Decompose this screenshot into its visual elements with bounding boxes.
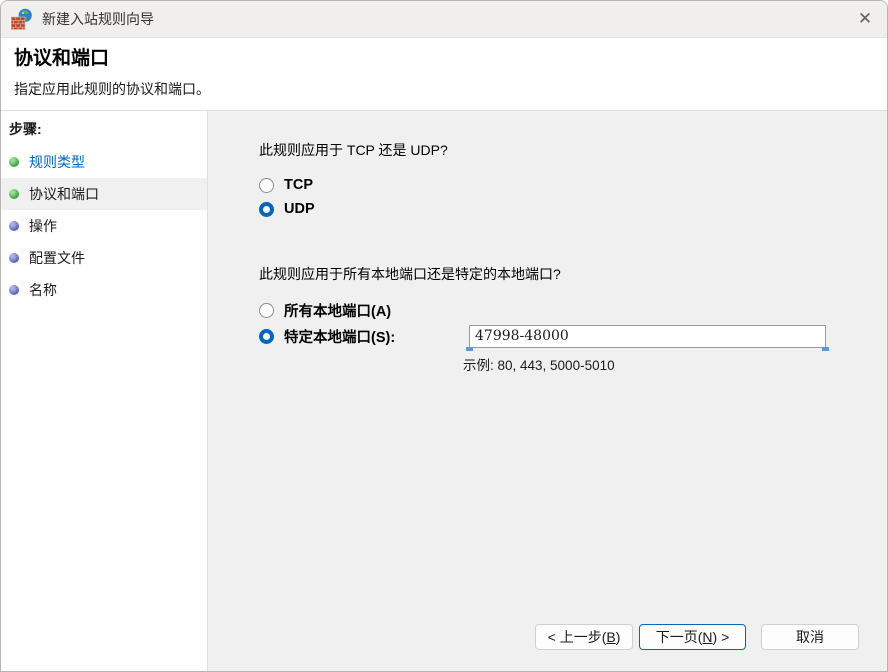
radio-option-label: UDP: [284, 201, 315, 217]
input-focus-marker: [466, 346, 473, 351]
radio-option-label: 特定本地端口(S):: [284, 329, 396, 346]
sidebar-item-label: 操作: [29, 218, 57, 234]
next-button[interactable]: 下一页(N) >: [639, 624, 746, 650]
cancel-button[interactable]: 取消: [761, 624, 859, 650]
steps-sidebar: 步骤: 规则类型 协议和端口 操作 配置文件 名称: [1, 111, 208, 671]
port-input-wrapper: [466, 324, 829, 351]
footer-button-row: < 上一步(B) 下一页(N) > 取消: [535, 624, 859, 650]
protocol-question: 此规则应用于 TCP 还是 UDP?: [259, 142, 448, 158]
sidebar-item-label: 配置文件: [29, 250, 85, 266]
step-upcoming-bullet-icon: [9, 221, 19, 231]
cancel-button-label: 取消: [796, 629, 824, 645]
page-title: 协议和端口: [14, 48, 110, 69]
sidebar-item-label: 规则类型: [29, 154, 85, 170]
page-header: 协议和端口 指定应用此规则的协议和端口。: [1, 38, 887, 111]
radio-selected-icon: [259, 201, 274, 217]
firewall-icon: [11, 8, 32, 30]
close-icon: ✕: [857, 9, 873, 28]
ports-question: 此规则应用于所有本地端口还是特定的本地端口?: [259, 266, 561, 282]
radio-option-specific-local-ports[interactable]: 特定本地端口(S):: [259, 323, 887, 351]
sidebar-item-label: 协议和端口: [29, 186, 99, 202]
sidebar-item-profile: 配置文件: [1, 242, 207, 274]
back-button[interactable]: < 上一步(B): [535, 624, 633, 650]
step-done-bullet-icon: [9, 157, 19, 167]
sidebar-item-action: 操作: [1, 210, 207, 242]
page-subtitle: 指定应用此规则的协议和端口。: [14, 81, 210, 97]
next-button-label-end: ) >: [712, 629, 730, 645]
step-upcoming-bullet-icon: [9, 285, 19, 295]
step-done-bullet-icon: [9, 189, 19, 199]
back-button-label-end: ): [615, 629, 621, 645]
wizard-window: 新建入站规则向导 ✕ 协议和端口 指定应用此规则的协议和端口。 步骤: 规则类型…: [0, 0, 888, 672]
close-button[interactable]: ✕: [843, 1, 887, 37]
back-button-mnemonic: B: [606, 629, 616, 645]
sidebar-item-rule-type[interactable]: 规则类型: [1, 146, 207, 178]
next-button-label: 下一页(: [655, 629, 703, 645]
radio-option-all-local-ports[interactable]: 所有本地端口(A): [259, 297, 887, 323]
specific-ports-input[interactable]: [469, 324, 826, 348]
window-title: 新建入站规则向导: [42, 11, 154, 27]
next-button-mnemonic: N: [702, 629, 713, 645]
sidebar-item-label: 名称: [29, 282, 57, 298]
radio-option-tcp[interactable]: TCP: [259, 173, 887, 197]
step-upcoming-bullet-icon: [9, 253, 19, 263]
radio-option-udp[interactable]: UDP: [259, 197, 887, 221]
radio-unselected-icon: [259, 177, 274, 193]
radio-option-label: 所有本地端口(A): [284, 303, 392, 320]
titlebar: 新建入站规则向导 ✕: [1, 1, 887, 38]
main-panel: 此规则应用于 TCP 还是 UDP? TCP UDP 此规则应用于所有本地端口还…: [208, 111, 887, 671]
sidebar-item-name: 名称: [1, 274, 207, 306]
port-example-hint: 示例: 80, 443, 5000-5010: [463, 358, 615, 373]
radio-option-label: TCP: [284, 177, 313, 193]
radio-unselected-icon: [259, 302, 274, 318]
radio-selected-icon: [259, 328, 274, 344]
sidebar-item-protocol-ports: 协议和端口: [1, 178, 207, 210]
back-button-label: < 上一步(: [547, 629, 607, 645]
wizard-body: 步骤: 规则类型 协议和端口 操作 配置文件 名称 此规则应用于 TCP 还是 …: [1, 111, 887, 671]
input-focus-marker: [822, 346, 829, 351]
steps-heading: 步骤:: [9, 121, 42, 137]
